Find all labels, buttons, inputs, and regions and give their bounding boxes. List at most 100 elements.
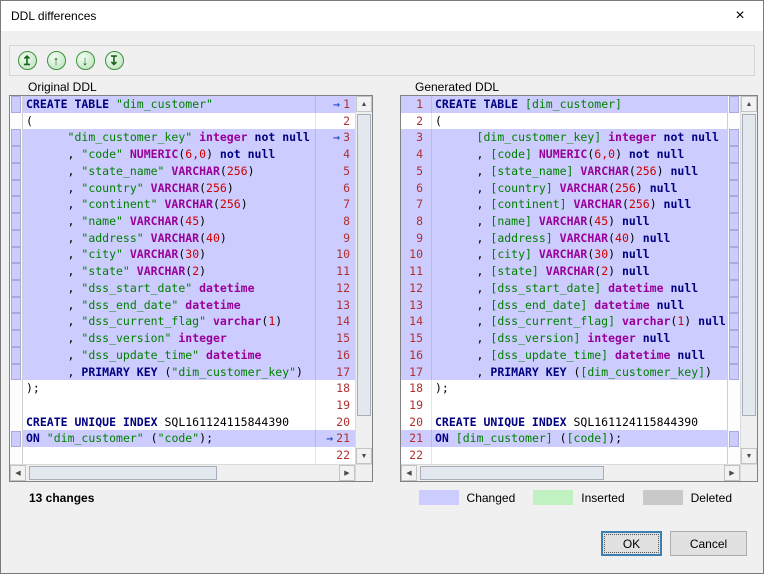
scroll-thumb[interactable] xyxy=(742,114,756,416)
line-number-cell: 14 xyxy=(401,313,432,330)
left-code-line-3: "dim_customer_key" integer not null→3 xyxy=(23,129,355,146)
diff-mark xyxy=(11,96,21,113)
legend-swatch-deleted xyxy=(643,490,683,505)
diff-overview-ruler[interactable] xyxy=(10,96,23,464)
code-text: , [city] VARCHAR(30) null xyxy=(432,246,727,263)
h-scroll-thumb[interactable] xyxy=(29,466,217,480)
diff-mark xyxy=(11,146,21,163)
code-text: CREATE UNIQUE INDEX SQL161124115844390 xyxy=(23,414,315,431)
right-arrow-icon: ▶ xyxy=(344,469,349,477)
vertical-scrollbar[interactable]: ▲ ▼ xyxy=(355,96,372,464)
line-number: 11 xyxy=(336,263,350,280)
last-change-button[interactable]: ↧ xyxy=(100,47,128,74)
next-change-button[interactable]: ↓ xyxy=(71,47,99,74)
scroll-up-button[interactable]: ▲ xyxy=(741,96,757,112)
diff-mark xyxy=(729,330,739,347)
line-number: 3 xyxy=(416,129,423,146)
line-number: 22 xyxy=(409,447,423,464)
code-text: ); xyxy=(23,380,315,397)
close-button[interactable]: × xyxy=(717,1,763,31)
first-change-icon: ↥ xyxy=(18,51,37,70)
right-code-line-12: 12 , [dss_start_date] datetime null xyxy=(401,280,727,297)
line-number: 16 xyxy=(336,347,350,364)
line-number: 6 xyxy=(416,180,423,197)
code-text: , [state] VARCHAR(2) null xyxy=(432,263,727,280)
scroll-down-button[interactable]: ▼ xyxy=(741,448,757,464)
diff-mark xyxy=(11,297,21,314)
diff-mark xyxy=(729,96,739,113)
line-number-cell: 19 xyxy=(401,397,432,414)
cancel-button[interactable]: Cancel xyxy=(670,531,747,556)
line-number: 20 xyxy=(409,414,423,431)
h-scroll-thumb[interactable] xyxy=(420,466,604,480)
scroll-left-button[interactable]: ◀ xyxy=(401,465,417,481)
line-number-cell: 9 xyxy=(315,230,355,247)
code-text: ); xyxy=(432,380,727,397)
line-number-cell: 11 xyxy=(315,263,355,280)
diff-mark xyxy=(11,313,21,330)
right-code-line-4: 4 , [code] NUMERIC(6,0) not null xyxy=(401,146,727,163)
right-code-line-5: 5 , [state_name] VARCHAR(256) null xyxy=(401,163,727,180)
code-text: , "dss_current_flag" varchar(1) xyxy=(23,313,315,330)
code-text: , [dss_start_date] datetime null xyxy=(432,280,727,297)
right-code-line-9: 9 , [address] VARCHAR(40) null xyxy=(401,230,727,247)
scroll-up-button[interactable]: ▲ xyxy=(356,96,372,112)
line-number-cell: 10 xyxy=(315,246,355,263)
scroll-track[interactable] xyxy=(741,112,757,448)
line-number: 7 xyxy=(343,196,350,213)
ok-label: OK xyxy=(623,537,640,551)
legend-item-inserted: Inserted xyxy=(533,490,624,505)
vertical-scrollbar[interactable]: ▲ ▼ xyxy=(740,96,757,464)
line-number: 3 xyxy=(343,129,350,146)
horizontal-scrollbar[interactable]: ◀ ▶ xyxy=(401,464,757,481)
right-arrow-icon: ▶ xyxy=(729,469,734,477)
right-code-line-7: 7 , [continent] VARCHAR(256) null xyxy=(401,196,727,213)
cancel-label: Cancel xyxy=(690,537,727,551)
diff-overview-ruler[interactable] xyxy=(727,96,740,464)
left-code-line-1: CREATE TABLE "dim_customer"→1 xyxy=(23,96,355,113)
line-number: 6 xyxy=(343,180,350,197)
left-code-line-10: , "city" VARCHAR(30)10 xyxy=(23,246,355,263)
generated-ddl-label: Generated DDL xyxy=(415,80,499,94)
left-code-line-9: , "address" VARCHAR(40)9 xyxy=(23,230,355,247)
left-code-line-15: , "dss_version" integer15 xyxy=(23,330,355,347)
first-change-button[interactable]: ↥ xyxy=(13,47,41,74)
diff-mark xyxy=(729,213,739,230)
line-number: 12 xyxy=(409,280,423,297)
scroll-track[interactable] xyxy=(356,112,372,448)
scroll-right-button[interactable]: ▶ xyxy=(339,465,355,481)
diff-mark xyxy=(729,313,739,330)
diff-mark xyxy=(729,280,739,297)
line-number: 16 xyxy=(409,347,423,364)
h-scroll-track[interactable] xyxy=(26,465,339,481)
scrollbar-corner xyxy=(740,465,757,481)
change-arrow-icon: → xyxy=(326,430,333,447)
code-text: , [country] VARCHAR(256) null xyxy=(432,180,727,197)
diff-mark xyxy=(729,230,739,247)
right-code-line-21: 21ON [dim_customer] ([code]); xyxy=(401,430,727,447)
code-text: , [dss_version] integer null xyxy=(432,330,727,347)
diff-mark xyxy=(11,163,21,180)
scroll-thumb[interactable] xyxy=(357,114,371,416)
line-number: 4 xyxy=(416,146,423,163)
line-number-cell: 2 xyxy=(315,113,355,130)
right-code-line-10: 10 , [city] VARCHAR(30) null xyxy=(401,246,727,263)
scroll-right-button[interactable]: ▶ xyxy=(724,465,740,481)
code-text: , "dss_end_date" datetime xyxy=(23,297,315,314)
ok-button[interactable]: OK xyxy=(601,531,662,556)
right-code-line-15: 15 , [dss_version] integer null xyxy=(401,330,727,347)
line-number-cell: 17 xyxy=(315,364,355,381)
code-area[interactable]: 1CREATE TABLE [dim_customer]2(3 [dim_cus… xyxy=(401,96,727,464)
scroll-down-button[interactable]: ▼ xyxy=(356,448,372,464)
previous-change-button[interactable]: ↑ xyxy=(42,47,70,74)
line-number: 15 xyxy=(336,330,350,347)
line-number-cell: →3 xyxy=(315,129,355,146)
line-number-cell: 1 xyxy=(401,96,432,113)
line-number-cell: 8 xyxy=(315,213,355,230)
scroll-left-button[interactable]: ◀ xyxy=(10,465,26,481)
horizontal-scrollbar[interactable]: ◀ ▶ xyxy=(10,464,372,481)
left-code-line-4: , "code" NUMERIC(6,0) not null4 xyxy=(23,146,355,163)
h-scroll-track[interactable] xyxy=(417,465,724,481)
diff-mark xyxy=(11,364,21,381)
code-area[interactable]: CREATE TABLE "dim_customer"→1(2 "dim_cus… xyxy=(23,96,355,464)
